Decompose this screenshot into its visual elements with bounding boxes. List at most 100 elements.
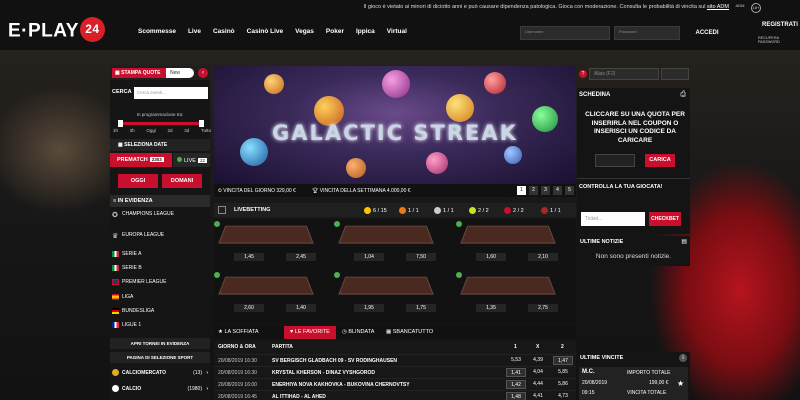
odd-2[interactable]: 1,75	[406, 304, 436, 312]
ticket-input[interactable]: Ticket...	[581, 212, 645, 226]
slider-knob-start[interactable]	[118, 120, 123, 127]
event-serie-a[interactable]: SERIE A	[110, 251, 210, 257]
seleziona-date-button[interactable]: ▦ SELEZIONA DATE	[110, 139, 210, 151]
username-field[interactable]: Username	[520, 26, 610, 40]
live-match-card[interactable]: 2,60 1,40	[214, 272, 320, 312]
logo[interactable]: E·PLAY 24	[8, 17, 105, 44]
banner-page-2[interactable]: 2	[529, 186, 538, 195]
filter-tennis[interactable]: 2 / 2	[469, 207, 489, 214]
domani-button[interactable]: DOMANI	[162, 174, 202, 188]
adm-link[interactable]: sito ADM	[707, 4, 729, 10]
odd-2[interactable]: 2,10	[528, 253, 558, 261]
odd-2[interactable]: 4,73	[553, 392, 573, 400]
row-match[interactable]: KRYSTAL KHERSON - DINAZ VYSHGOROD	[272, 370, 375, 376]
table-row: 20/08/2019 16:00 ENERHIYA NOVA KAKHOVKA -…	[214, 378, 576, 389]
sport-calciomercato[interactable]: CALCIOMERCATO (13) ›	[110, 367, 210, 379]
odd-1[interactable]: 1,04	[354, 253, 384, 261]
odd-x[interactable]: 4,04	[528, 368, 548, 377]
prematch-tab[interactable]: PREMATCH 2303	[110, 153, 172, 167]
sport-calcio[interactable]: CALCIO (1980) ›	[110, 383, 210, 395]
odd-2[interactable]: 2,45	[286, 253, 316, 261]
banner-page-3[interactable]: 3	[541, 186, 550, 195]
filter-volley[interactable]: 1 / 1	[434, 207, 454, 214]
star-icon[interactable]: ★	[677, 379, 684, 388]
banner-page-5[interactable]: 5	[565, 186, 574, 195]
livebetting-title: LIVEBETTING	[234, 207, 271, 213]
alias-select[interactable]	[661, 68, 689, 80]
event-bundesliga[interactable]: BUNDESLIGA	[110, 308, 210, 314]
event-serie-b[interactable]: SERIE B	[110, 265, 210, 271]
live-match-card[interactable]: 1,60 2,10	[456, 221, 562, 261]
time-slider[interactable]	[118, 120, 204, 127]
odd-2[interactable]: 5,86	[553, 380, 573, 389]
odd-2[interactable]: 7,50	[406, 253, 436, 261]
odd-2[interactable]: 2,75	[528, 304, 558, 312]
tab-le-favorite[interactable]: ♥ LE FAVORITE	[284, 326, 336, 339]
banner-page-1[interactable]: 1	[517, 186, 526, 195]
basketball-icon	[399, 207, 406, 214]
odd-1[interactable]: 1,95	[354, 304, 384, 312]
row-match[interactable]: AL ITTIHAD - AL AHED	[272, 394, 326, 400]
odd-x[interactable]: 4,39	[528, 356, 548, 365]
search-input[interactable]: Cerca eventi...	[134, 87, 208, 99]
filter-rugby[interactable]: 2 / 2	[504, 207, 524, 214]
odd-1[interactable]: 1,42	[506, 380, 526, 389]
odd-2[interactable]: 5,85	[553, 368, 573, 377]
live-match-card[interactable]: 1,04 7,50	[334, 221, 440, 261]
oggi-button[interactable]: OGGI	[118, 174, 158, 188]
slider-knob-end[interactable]	[199, 120, 204, 127]
nav-casino[interactable]: Casinò	[213, 28, 235, 35]
odd-x[interactable]: 4,41	[528, 392, 548, 400]
recupera-password-link[interactable]: RECUPERA PASSWORD	[758, 36, 800, 44]
password-field[interactable]: Password	[614, 26, 680, 40]
odd-1[interactable]: 1,41	[506, 368, 526, 377]
odd-1[interactable]: 1,48	[506, 392, 526, 400]
tab-la-soffiata[interactable]: ★ LA SOFFIATA	[218, 326, 259, 339]
odd-x[interactable]: 4,44	[528, 380, 548, 389]
apri-tornei-button[interactable]: APRI TORNEI IN EVIDENZA	[110, 338, 210, 349]
nav-virtual[interactable]: Virtual	[387, 28, 407, 35]
tab-blindata[interactable]: ◷ BLINDATA	[342, 326, 374, 339]
nav-casino-live[interactable]: Casinò Live	[247, 28, 283, 35]
event-champions-league[interactable]: ✪ CHAMPIONS LEAGUE	[110, 211, 210, 219]
event-ligue-1[interactable]: LIGUE 1	[110, 322, 210, 328]
odd-1[interactable]: 1,35	[476, 304, 506, 312]
registrati-button[interactable]: REGISTRATI	[762, 22, 798, 28]
event-premier-league[interactable]: PREMIER LEAGUE	[110, 279, 210, 285]
nav-live[interactable]: Live	[188, 28, 201, 35]
print-icon[interactable]: ⎙	[680, 91, 686, 99]
live-match-card[interactable]: 1,45 2,45	[214, 221, 320, 261]
event-europa-league[interactable]: ♛ EUROPA LEAGUE	[110, 232, 210, 240]
nav-scommesse[interactable]: Scommesse	[138, 28, 176, 35]
tab-sbancatutto[interactable]: ▦ SBANCATUTTO	[386, 326, 433, 339]
odd-2[interactable]: 1,47	[553, 356, 573, 365]
help-icon[interactable]: ?	[579, 70, 587, 78]
live-match-card[interactable]: 1,35 2,75	[456, 272, 562, 312]
filter-basket[interactable]: 1 / 1	[399, 207, 419, 214]
pagina-selezione-sport-button[interactable]: PAGINA DI SELEZIONE SPORT	[110, 352, 210, 363]
event-liga[interactable]: LIGA	[110, 294, 210, 300]
nav-poker[interactable]: Poker	[326, 28, 344, 35]
alias-input[interactable]: Alias (F2)	[589, 68, 659, 80]
stampa-quote-button[interactable]: ▦ STAMPA QUOTE	[112, 68, 172, 78]
codice-input[interactable]	[595, 154, 635, 167]
row-match[interactable]: ENERHIYA NOVA KAKHOVKA - BUKOVINA CHERNO…	[272, 382, 410, 388]
banner-page-4[interactable]: 4	[553, 186, 562, 195]
accedi-button[interactable]: ACCEDI	[683, 26, 731, 40]
checkbet-button[interactable]: CHECKBET	[649, 212, 681, 226]
carica-button[interactable]: CARICA	[645, 154, 675, 167]
nav-vegas[interactable]: Vegas	[295, 28, 314, 35]
row-match[interactable]: SV BERGISCH GLADBACH 09 - SV RODINGHAUSE…	[272, 358, 397, 364]
filter-other[interactable]: 1 / 1	[541, 207, 561, 214]
chevron-left-icon[interactable]: ‹	[198, 68, 208, 78]
odd-1[interactable]: 1,60	[476, 253, 506, 261]
odd-1[interactable]: 5,53	[506, 356, 526, 365]
odd-2[interactable]: 1,40	[286, 304, 316, 312]
nav-ippica[interactable]: Ippica	[356, 28, 375, 35]
live-tab[interactable]: LIVE 22	[173, 153, 210, 167]
odd-1[interactable]: 1,45	[234, 253, 264, 261]
live-match-card[interactable]: 1,95 1,75	[334, 272, 440, 312]
promo-banner[interactable]: GALACTIC STREAK	[214, 66, 576, 184]
filter-all[interactable]: 6 / 15	[364, 207, 387, 214]
odd-1[interactable]: 2,60	[234, 304, 264, 312]
